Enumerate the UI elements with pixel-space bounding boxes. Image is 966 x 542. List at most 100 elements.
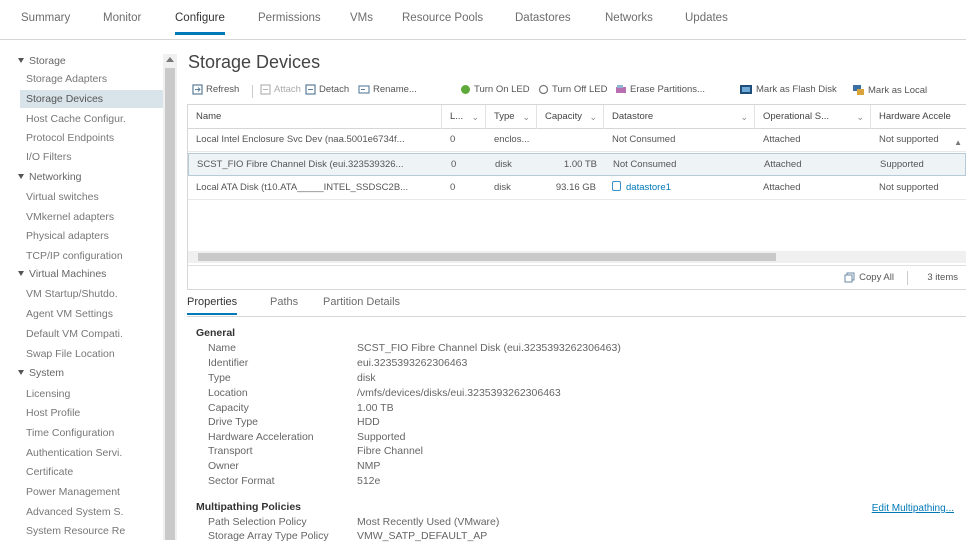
scrollbar-thumb[interactable] <box>198 253 776 261</box>
chevron-down-icon[interactable]: ⌄ <box>740 105 748 129</box>
prop-label: Drive Type <box>208 416 258 428</box>
col-datastore[interactable]: Datastore ⌄ <box>604 105 755 129</box>
tab-permissions[interactable]: Permissions <box>258 12 321 24</box>
cell-capacity: 1.00 TB <box>563 159 597 170</box>
nav-section-networking[interactable]: Networking <box>18 171 82 183</box>
prop-label: Sector Format <box>208 475 275 487</box>
cell-name: SCST_FIO Fibre Channel Disk (eui.3235393… <box>197 159 404 170</box>
nav-item-time-config[interactable]: Time Configuration <box>26 424 166 442</box>
local-disk-icon <box>853 85 864 95</box>
cell-hardware-accel: Not supported <box>879 182 939 193</box>
object-tabs: Summary Monitor Configure Permissions VM… <box>0 0 966 40</box>
nav-item-virtual-switches[interactable]: Virtual switches <box>26 188 166 206</box>
nav-item-physical-adapters[interactable]: Physical adapters <box>26 227 166 245</box>
mark-local-button[interactable]: Mark as Local <box>851 84 927 96</box>
nav-item-storage-devices[interactable]: Storage Devices <box>20 90 166 108</box>
prop-label: Identifier <box>208 357 249 369</box>
nav-section-system[interactable]: System <box>18 367 64 379</box>
datastore-icon <box>612 181 621 191</box>
cell-name: Local ATA Disk (t10.ATA_____INTEL_SSDSC2… <box>196 182 409 193</box>
rename-icon <box>358 85 370 94</box>
grid-scroll-up-icon[interactable]: ▲ <box>954 138 962 147</box>
nav-item-default-vm-compat[interactable]: Default VM Compati. <box>26 325 166 343</box>
col-operational-state[interactable]: Operational S... ⌄ <box>755 105 871 129</box>
prop-value: Supported <box>357 431 406 443</box>
mark-flash-disk-button[interactable]: Mark as Flash Disk <box>739 84 837 95</box>
nav-item-vmkernel-adapters[interactable]: VMkernel adapters <box>26 208 166 226</box>
flash-disk-icon <box>740 85 752 94</box>
chevron-down-icon[interactable]: ⌄ <box>856 105 864 129</box>
tab-partition-details[interactable]: Partition Details <box>323 296 400 308</box>
tab-datastores[interactable]: Datastores <box>515 12 571 24</box>
col-capacity[interactable]: Capacity ⌄ <box>537 105 604 129</box>
prop-label: Capacity <box>208 402 249 414</box>
tab-networks[interactable]: Networks <box>605 12 653 24</box>
col-hardware-accel[interactable]: Hardware Accele <box>871 105 966 129</box>
col-lun[interactable]: L... ⌄ <box>442 105 486 129</box>
cell-datastore-link[interactable]: datastore1 <box>604 177 755 199</box>
chevron-down-icon[interactable]: ⌄ <box>589 105 597 129</box>
nav-item-licensing[interactable]: Licensing <box>26 385 166 403</box>
prop-value: VMW_SATP_DEFAULT_AP <box>357 530 488 542</box>
tab-updates[interactable]: Updates <box>685 12 728 24</box>
turn-on-led-button[interactable]: Turn On LED <box>460 84 530 95</box>
table-row[interactable]: Local Intel Enclosure Svc Dev (naa.5001e… <box>188 129 966 152</box>
col-name[interactable]: Name <box>188 105 442 129</box>
chevron-down-icon[interactable]: ⌄ <box>522 105 530 129</box>
prop-value: HDD <box>357 416 380 428</box>
tab-paths[interactable]: Paths <box>270 296 298 308</box>
prop-value: 512e <box>357 475 381 487</box>
prop-value: NMP <box>357 460 381 472</box>
erase-partitions-button[interactable]: Erase Partitions... <box>615 84 705 95</box>
nav-item-protocol-endpoints[interactable]: Protocol Endpoints <box>26 129 166 147</box>
nav-item-agent-vm[interactable]: Agent VM Settings <box>26 305 166 323</box>
nav-item-swap-file[interactable]: Swap File Location <box>26 345 166 363</box>
detach-button[interactable]: Detach <box>305 84 349 95</box>
nav-item-system-resource[interactable]: System Resource Re <box>26 522 166 540</box>
cell-hardware-accel: Not supported <box>879 134 939 145</box>
turn-off-led-button[interactable]: Turn Off LED <box>538 84 607 95</box>
tab-configure[interactable]: Configure <box>175 12 225 35</box>
cell-datastore: Not Consumed <box>613 159 677 170</box>
nav-item-io-filters[interactable]: I/O Filters <box>26 148 166 166</box>
nav-item-authentication[interactable]: Authentication Servi. <box>26 444 166 462</box>
prop-label: Hardware Acceleration <box>208 431 314 443</box>
nav-item-tcpip-config[interactable]: TCP/IP configuration <box>26 247 166 265</box>
nav-item-power-management[interactable]: Power Management <box>26 483 166 501</box>
scroll-up-icon[interactable] <box>166 57 174 62</box>
prop-label: Location <box>208 387 248 399</box>
table-row[interactable]: Local ATA Disk (t10.ATA_____INTEL_SSDSC2… <box>188 177 966 200</box>
nav-item-certificate[interactable]: Certificate <box>26 463 166 481</box>
tab-properties[interactable]: Properties <box>187 296 238 315</box>
prop-value: eui.3235393262306463 <box>357 357 468 369</box>
tab-summary[interactable]: Summary <box>21 12 70 24</box>
tab-resource-pools[interactable]: Resource Pools <box>402 12 483 24</box>
nav-scrollbar[interactable] <box>163 54 177 540</box>
attach-icon <box>260 84 271 95</box>
prop-label: Type <box>208 372 231 384</box>
refresh-button[interactable]: Refresh <box>192 84 239 95</box>
cell-type: enclos... <box>494 134 530 145</box>
nav-item-advanced-system[interactable]: Advanced System S. <box>26 503 166 521</box>
table-row-selected[interactable]: SCST_FIO Fibre Channel Disk (eui.3235393… <box>188 153 966 176</box>
nav-section-storage[interactable]: Storage <box>18 55 66 67</box>
col-type[interactable]: Type ⌄ <box>486 105 537 129</box>
tab-monitor[interactable]: Monitor <box>103 12 141 24</box>
scrollbar-thumb[interactable] <box>165 68 175 540</box>
edit-multipathing-link[interactable]: Edit Multipathing... <box>872 503 954 514</box>
nav-item-vm-startup[interactable]: VM Startup/Shutdo. <box>26 285 166 303</box>
nav-item-host-profile[interactable]: Host Profile <box>26 404 166 422</box>
attach-button[interactable]: Attach <box>260 84 301 95</box>
nav-item-storage-adapters[interactable]: Storage Adapters <box>26 70 166 88</box>
nav-section-virtual-machines[interactable]: Virtual Machines <box>18 268 106 280</box>
rename-button[interactable]: Rename... <box>358 84 417 95</box>
copy-all-button[interactable]: Copy All <box>844 272 894 283</box>
prop-value: Most Recently Used (VMware) <box>357 516 500 528</box>
grid-horizontal-scrollbar[interactable] <box>188 251 966 263</box>
tab-vms[interactable]: VMs <box>350 12 373 24</box>
cell-operational-state: Attached <box>763 134 801 145</box>
chevron-down-icon[interactable]: ⌄ <box>471 105 479 129</box>
nav-item-host-cache[interactable]: Host Cache Configur. <box>26 110 166 128</box>
prop-value: /vmfs/devices/disks/eui.3235393262306463 <box>357 387 561 399</box>
prop-label: Storage Array Type Policy <box>208 530 329 542</box>
